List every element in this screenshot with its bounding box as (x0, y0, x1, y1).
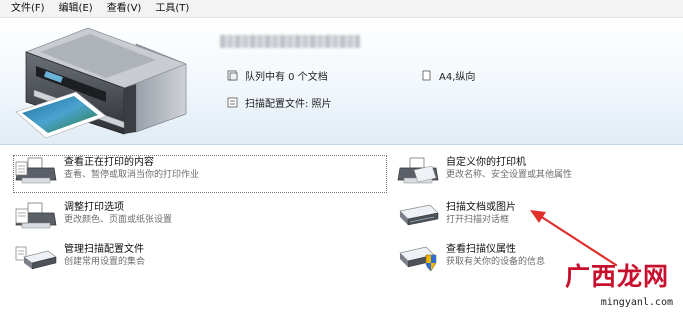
menu-tools[interactable]: 工具(T) (148, 0, 196, 17)
watermark-logo: 广西龙网 (564, 262, 669, 291)
watermark-url: mingyanl.com (600, 297, 673, 308)
printer-options-icon (15, 202, 57, 229)
scanner-icon (399, 204, 439, 226)
task-desc: 创建常用设置的集合 (64, 257, 146, 267)
task-desc: 更改名称、安全设置或其他属性 (446, 170, 573, 180)
paper-text: A4,纵向 (439, 72, 476, 83)
menu-view[interactable]: 查看(V) (100, 0, 149, 17)
task-desc: 获取有关你的设备的信息 (446, 257, 546, 267)
task-title: 调整打印选项 (64, 202, 124, 213)
printer-settings-icon (397, 157, 439, 184)
scanner-profiles-icon (15, 246, 57, 270)
task-adjust-print[interactable]: 调整打印选项 更改颜色、页面或纸张设置 (14, 201, 314, 235)
paper-size-icon (422, 70, 431, 81)
printer-queue-icon (15, 157, 57, 184)
task-desc: 更改颜色、页面或纸张设置 (64, 215, 173, 225)
menu-file[interactable]: 文件(F) (0, 0, 52, 17)
queue-status: 队列中有 0 个文档 (227, 68, 328, 83)
menu-edit[interactable]: 编辑(E) (52, 0, 100, 17)
task-manage-scan-profiles[interactable]: 管理扫描配置文件 创建常用设置的集合 (14, 243, 314, 277)
task-title: 扫描文档或图片 (446, 202, 516, 213)
task-title: 管理扫描配置文件 (64, 244, 144, 255)
scan-profile-text: 扫描配置文件: 照片 (245, 99, 332, 110)
menu-bar: 文件(F) 编辑(E) 查看(V) 工具(T) (0, 0, 683, 18)
task-desc: 查看、暂停或取消当你的打印作业 (64, 170, 200, 180)
multifunction-printer-icon (15, 27, 187, 139)
task-desc: 打开扫描对话框 (446, 215, 510, 225)
scan-profile-status: 扫描配置文件: 照片 (227, 95, 332, 110)
task-customize-printer[interactable]: 自定义你的打印机 更改名称、安全设置或其他属性 (396, 156, 656, 192)
queue-text: 队列中有 0 个文档 (245, 72, 328, 83)
paper-status: A4,纵向 (421, 68, 475, 83)
document-queue-icon (227, 70, 238, 81)
scanner-shield-icon (399, 246, 437, 272)
scan-profile-icon (227, 97, 238, 108)
task-title: 查看正在打印的内容 (64, 157, 154, 168)
device-header: 队列中有 0 个文档 A4,纵向 扫描配置文件: 照片 (0, 18, 683, 145)
task-title: 自定义你的打印机 (446, 157, 526, 168)
task-scan[interactable]: 扫描文档或图片 打开扫描对话框 (396, 201, 596, 235)
task-title: 查看扫描仪属性 (446, 244, 516, 255)
watermark: 广西龙网 mingyanl.com (542, 257, 677, 309)
task-view-queue[interactable]: 查看正在打印的内容 查看、暂停或取消当你的打印作业 (13, 155, 387, 193)
printer-name-redacted (220, 35, 360, 48)
